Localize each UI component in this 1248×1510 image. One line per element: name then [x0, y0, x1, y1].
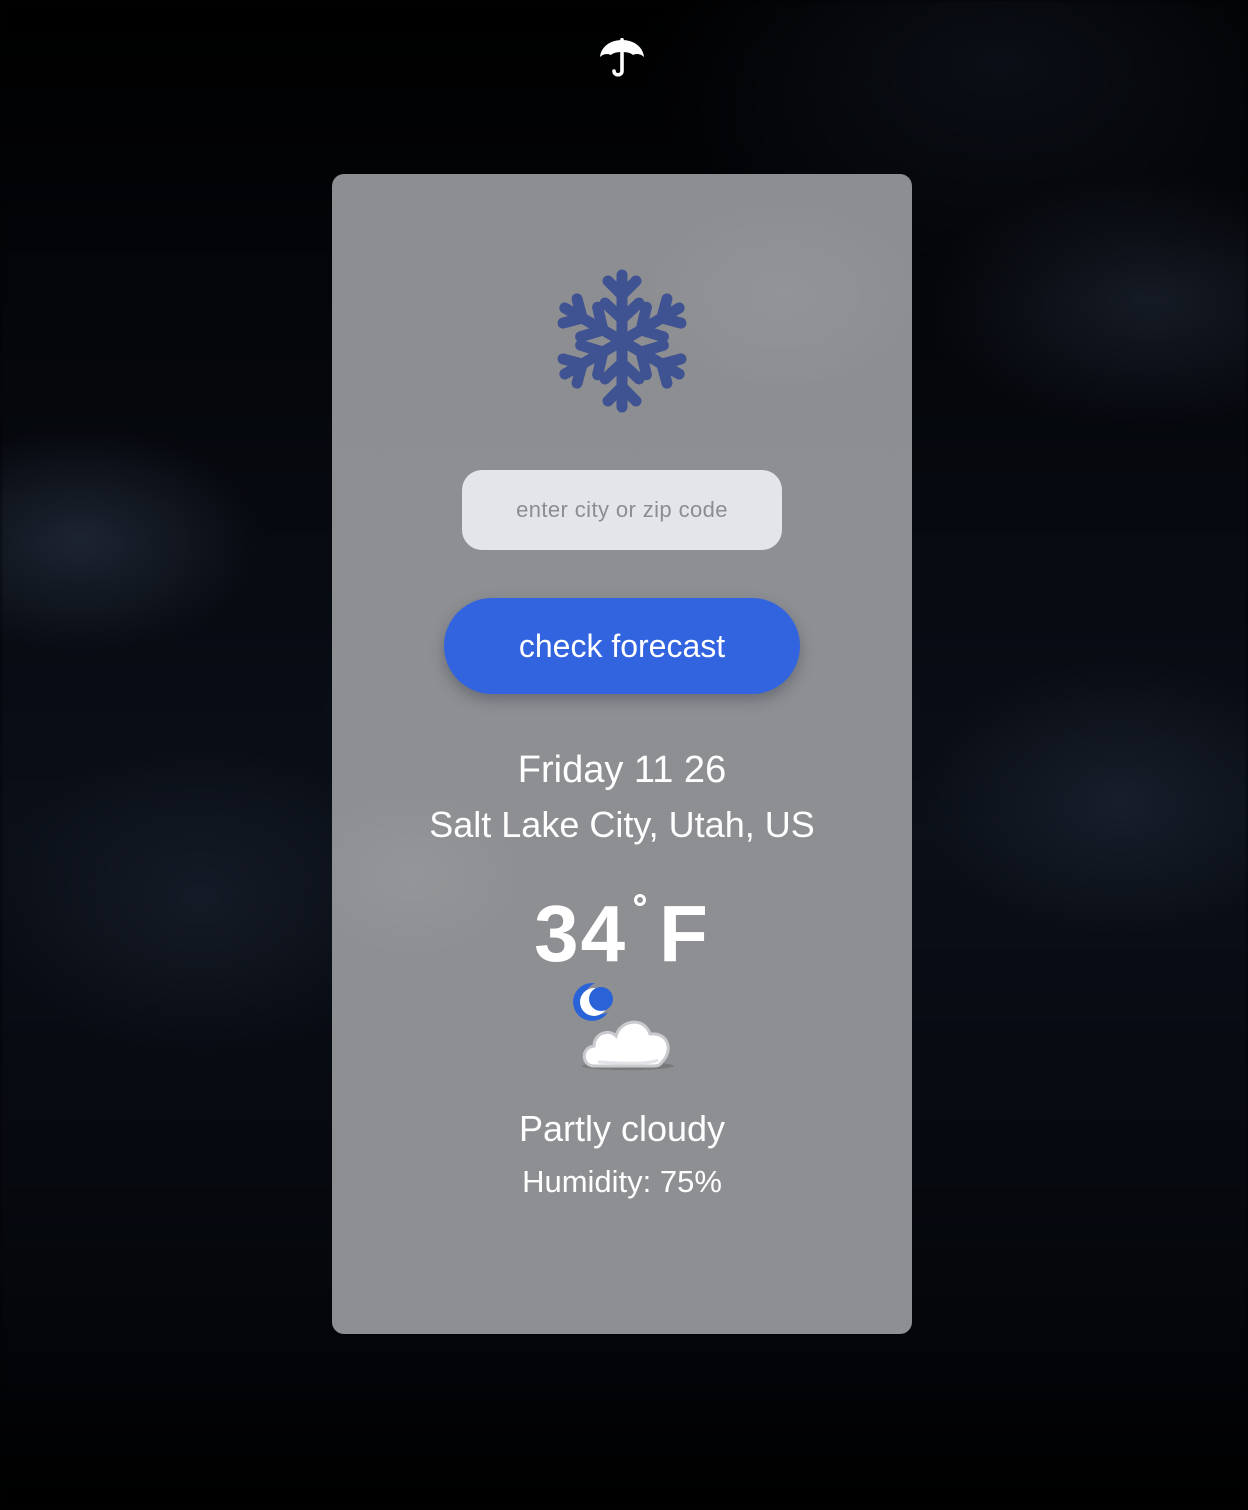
location-name: Salt Lake City, Utah, US: [429, 804, 815, 845]
degree-symbol: ˚: [633, 891, 652, 944]
humidity-text: Humidity: 75%: [522, 1164, 722, 1199]
umbrella-icon[interactable]: [598, 36, 646, 84]
temperature-value: 34: [534, 889, 628, 978]
snowflake-icon: [556, 268, 688, 414]
temperature-display: 34 ˚ F: [332, 870, 912, 982]
temperature-unit: F: [659, 889, 710, 978]
forecast-date: Friday 11 26: [517, 749, 727, 791]
city-zip-search-input[interactable]: [462, 470, 782, 550]
moon-cloud-icon: [570, 980, 680, 1072]
check-forecast-button[interactable]: check forecast: [444, 598, 800, 694]
condition-text: Partly cloudy: [518, 1108, 726, 1149]
forecast-card: check forecast Friday 11 26 Salt Lake Ci…: [332, 174, 912, 1334]
